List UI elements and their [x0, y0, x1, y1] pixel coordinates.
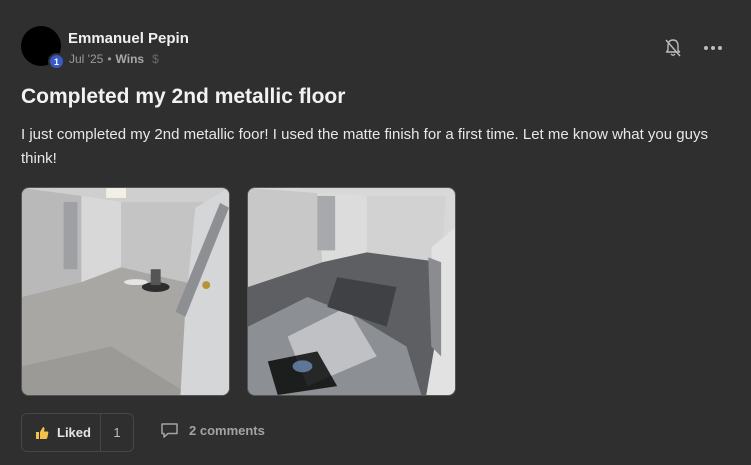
author-name[interactable]: Emmanuel Pepin [68, 30, 189, 47]
comments-label: 2 comments [189, 423, 265, 438]
thumbs-up-icon [36, 426, 49, 439]
dollar-icon: $ [152, 52, 159, 66]
level-badge: 1 [48, 53, 65, 70]
like-count[interactable]: 1 [101, 414, 133, 451]
post-image-after[interactable] [247, 187, 456, 396]
more-options-icon[interactable] [702, 38, 724, 58]
post-body: I just completed my 2nd metallic foor! I… [21, 126, 708, 167]
comment-icon [161, 423, 178, 438]
post-category[interactable]: Wins [116, 52, 145, 66]
meta-separator: • [107, 52, 112, 66]
post-title: Completed my 2nd metallic floor [21, 85, 346, 108]
post-meta: Jul '25 • Wins $ [69, 52, 159, 66]
post-image-before[interactable] [21, 187, 230, 396]
comments-button[interactable]: 2 comments [160, 422, 265, 439]
like-button[interactable]: Liked [22, 414, 101, 451]
like-label: Liked [57, 425, 91, 440]
bell-off-icon[interactable] [664, 38, 682, 58]
like-control: Liked 1 [21, 413, 134, 452]
author-avatar[interactable]: 1 [21, 26, 65, 70]
post-date: Jul '25 [69, 52, 104, 66]
